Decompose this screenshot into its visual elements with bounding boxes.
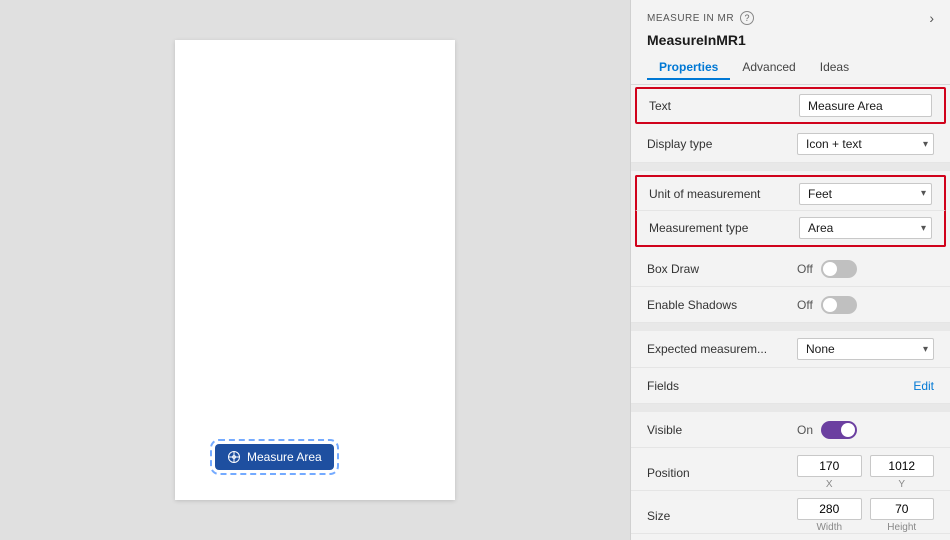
size-row: Size Width Height bbox=[631, 491, 950, 534]
visible-label: Visible bbox=[647, 423, 797, 437]
size-width-box: Width bbox=[797, 498, 862, 533]
display-type-row: Display type Icon only Icon + text Text … bbox=[631, 126, 950, 163]
fields-edit-link[interactable]: Edit bbox=[797, 379, 934, 393]
unit-measurement-row: Unit of measurement Feet Meters Inches ▾ bbox=[635, 175, 946, 211]
unit-label: Unit of measurement bbox=[649, 187, 799, 201]
enable-shadows-label: Enable Shadows bbox=[647, 298, 797, 312]
canvas-page: Measure Area bbox=[175, 40, 455, 500]
expected-meas-label: Expected measurem... bbox=[647, 342, 797, 356]
enable-shadows-row: Enable Shadows Off bbox=[631, 287, 950, 323]
enable-shadows-toggle[interactable] bbox=[821, 296, 857, 314]
box-draw-toggle[interactable] bbox=[821, 260, 857, 278]
box-draw-toggle-wrapper: Off bbox=[797, 260, 857, 278]
text-label: Text bbox=[649, 99, 799, 113]
expected-meas-row: Expected measurem... None Custom ▾ bbox=[631, 331, 950, 368]
chevron-right-icon[interactable]: › bbox=[929, 10, 934, 26]
visible-toggle[interactable] bbox=[821, 421, 857, 439]
visible-row: Visible On bbox=[631, 412, 950, 448]
position-y-input[interactable] bbox=[870, 455, 935, 477]
position-x-input[interactable] bbox=[797, 455, 862, 477]
separator-2 bbox=[631, 323, 950, 331]
canvas-area: Measure Area bbox=[0, 0, 630, 540]
fields-label: Fields bbox=[647, 379, 797, 393]
expected-meas-dropdown-wrapper: None Custom ▾ bbox=[797, 338, 934, 360]
tab-advanced[interactable]: Advanced bbox=[730, 56, 807, 80]
size-label: Size bbox=[647, 509, 797, 523]
instance-name: MeasureInMR1 bbox=[647, 32, 934, 48]
display-type-dropdown-wrapper: Icon only Icon + text Text only ▾ bbox=[797, 133, 934, 155]
text-value-box[interactable] bbox=[799, 94, 932, 117]
display-type-label: Display type bbox=[647, 137, 797, 151]
visible-on-label: On bbox=[797, 423, 813, 437]
tab-ideas[interactable]: Ideas bbox=[808, 56, 861, 80]
expected-meas-select[interactable]: None Custom bbox=[797, 338, 934, 360]
measure-icon bbox=[227, 450, 241, 464]
text-input[interactable] bbox=[808, 99, 923, 113]
box-draw-off-label: Off bbox=[797, 262, 813, 276]
panel-title-row: MEASURE IN MR ? › bbox=[647, 10, 934, 26]
position-row: Position X Y bbox=[631, 448, 950, 491]
unit-dropdown-wrapper: Feet Meters Inches ▾ bbox=[799, 183, 932, 205]
measurement-type-row: Measurement type Area Length Volume ▾ bbox=[635, 211, 946, 247]
separator-3 bbox=[631, 404, 950, 412]
measure-area-button[interactable]: Measure Area bbox=[215, 444, 334, 470]
position-x-box: X bbox=[797, 455, 862, 490]
info-icon[interactable]: ? bbox=[740, 11, 754, 25]
text-property-row: Text bbox=[635, 87, 946, 124]
measurement-type-dropdown-wrapper: Area Length Volume ▾ bbox=[799, 217, 932, 239]
position-x-label: X bbox=[826, 479, 833, 490]
fields-row: Fields Edit bbox=[631, 368, 950, 404]
size-height-label: Height bbox=[887, 522, 916, 533]
measure-button-label: Measure Area bbox=[247, 450, 322, 464]
position-inputs: X Y bbox=[797, 455, 934, 490]
tabs-row: Properties Advanced Ideas bbox=[647, 56, 934, 80]
enable-shadows-toggle-wrapper: Off bbox=[797, 296, 857, 314]
unit-select[interactable]: Feet Meters Inches bbox=[799, 183, 932, 205]
size-height-input[interactable] bbox=[870, 498, 935, 520]
measurement-type-select[interactable]: Area Length Volume bbox=[799, 217, 932, 239]
display-type-select[interactable]: Icon only Icon + text Text only bbox=[797, 133, 934, 155]
size-inputs: Width Height bbox=[797, 498, 934, 533]
enable-shadows-off-label: Off bbox=[797, 298, 813, 312]
position-y-box: Y bbox=[870, 455, 935, 490]
measurement-type-label: Measurement type bbox=[649, 221, 799, 235]
right-panel: MEASURE IN MR ? › MeasureInMR1 Propertie… bbox=[630, 0, 950, 540]
panel-body: Text Display type Icon only Icon + text … bbox=[631, 85, 950, 540]
box-draw-row: Box Draw Off bbox=[631, 251, 950, 287]
panel-header: MEASURE IN MR ? › MeasureInMR1 Propertie… bbox=[631, 0, 950, 85]
section-label: MEASURE IN MR bbox=[647, 13, 734, 24]
tab-properties[interactable]: Properties bbox=[647, 56, 730, 80]
size-height-box: Height bbox=[870, 498, 935, 533]
separator-1 bbox=[631, 163, 950, 171]
position-label: Position bbox=[647, 466, 797, 480]
visible-toggle-wrapper: On bbox=[797, 421, 857, 439]
size-width-label: Width bbox=[816, 522, 842, 533]
size-width-input[interactable] bbox=[797, 498, 862, 520]
position-y-label: Y bbox=[898, 479, 905, 490]
panel-title-left: MEASURE IN MR ? bbox=[647, 11, 754, 25]
box-draw-label: Box Draw bbox=[647, 262, 797, 276]
